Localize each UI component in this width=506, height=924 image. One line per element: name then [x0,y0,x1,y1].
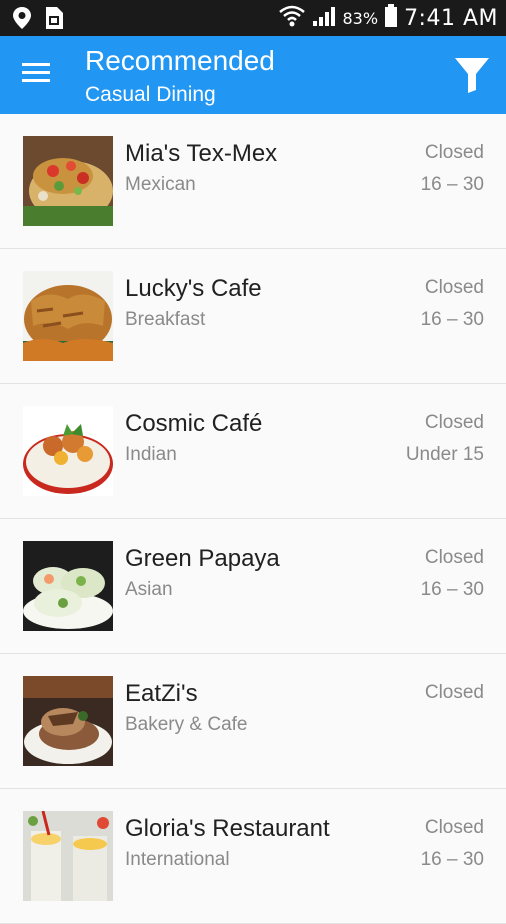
restaurant-status: Closed [424,412,484,433]
restaurant-price: 16 – 30 [420,309,484,330]
restaurant-name: Cosmic Café [125,410,263,437]
restaurant-status: Closed [424,817,484,838]
battery-percent: 83% [342,8,379,28]
restaurant-thumbnail [23,541,113,631]
restaurant-thumbnail [23,136,113,226]
restaurant-name: EatZi's [125,680,198,707]
restaurant-thumbnail [23,271,113,361]
restaurant-price: 16 – 30 [420,849,484,870]
restaurant-cuisine: Mexican [125,174,196,195]
clock: 7:41 AM [404,5,498,31]
restaurant-status: Closed [424,682,484,703]
filter-button[interactable] [454,56,490,94]
restaurant-row[interactable]: Gloria's Restaurant International Closed… [0,789,506,924]
restaurant-row[interactable]: Mia's Tex-Mex Mexican Closed 16 – 30 [0,114,506,249]
restaurant-cuisine: International [125,849,230,870]
page-title: Recommended [85,45,275,76]
page-subtitle: Casual Dining [85,83,216,106]
restaurant-thumbnail [23,406,113,496]
restaurant-name: Gloria's Restaurant [125,815,330,842]
restaurant-name: Lucky's Cafe [125,275,262,302]
restaurant-status: Closed [424,277,484,298]
restaurant-status: Closed [424,547,484,568]
app-bar: Recommended Casual Dining [0,36,506,114]
restaurant-price: 16 – 30 [420,579,484,600]
sim-card-icon [44,6,64,35]
restaurant-price: Under 15 [405,444,484,465]
restaurant-cuisine: Indian [125,444,177,465]
restaurant-cuisine: Bakery & Cafe [125,714,248,735]
restaurant-name: Mia's Tex-Mex [125,140,278,167]
battery-icon [384,3,398,33]
status-bar: 83% 7:41 AM [0,0,506,36]
status-bar-left [12,6,64,35]
restaurant-name: Green Papaya [125,545,280,572]
menu-button[interactable] [22,62,56,90]
restaurant-thumbnail [23,676,113,766]
status-bar-right: 83% 7:41 AM [278,2,499,34]
restaurant-row[interactable]: EatZi's Bakery & Cafe Closed [0,654,506,789]
restaurant-cuisine: Asian [125,579,173,600]
restaurant-row[interactable]: Lucky's Cafe Breakfast Closed 16 – 30 [0,249,506,384]
restaurant-price: 16 – 30 [420,174,484,195]
menu-icon [22,62,56,89]
restaurant-row[interactable]: Green Papaya Asian Closed 16 – 30 [0,519,506,654]
location-icon [12,6,32,35]
restaurant-list: Mia's Tex-Mex Mexican Closed 16 – 30 Luc… [0,114,506,924]
restaurant-thumbnail [23,811,113,901]
restaurant-status: Closed [424,142,484,163]
wifi-icon [278,5,305,32]
restaurant-cuisine: Breakfast [125,309,206,330]
filter-icon [454,58,490,98]
signal-icon [311,5,337,32]
restaurant-row[interactable]: Cosmic Café Indian Closed Under 15 [0,384,506,519]
